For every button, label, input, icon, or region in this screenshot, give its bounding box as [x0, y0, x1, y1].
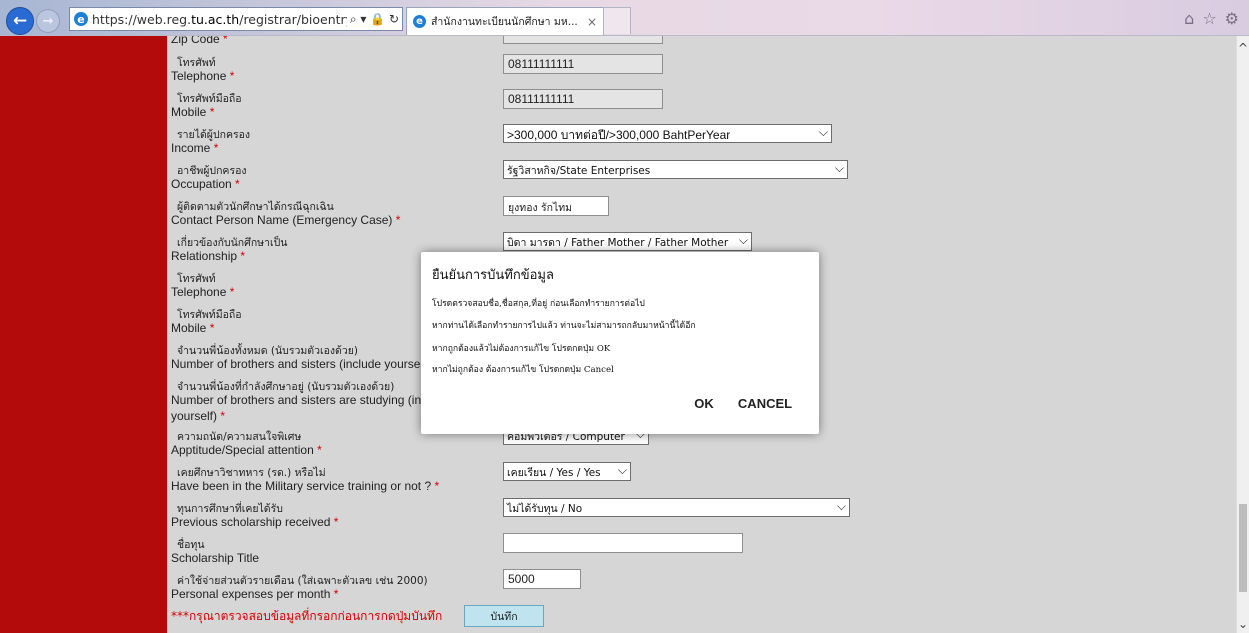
- scroll-up-icon[interactable]: ^: [1238, 41, 1248, 55]
- chevron-down-icon: ⌵: [738, 233, 748, 247]
- form-row-mobile: โทรศัพท์มือถือ Mobile *: [167, 90, 1237, 126]
- ie-tab-icon: e: [413, 15, 426, 28]
- chevron-down-icon: ⌵: [617, 463, 627, 477]
- left-red-sidebar: [0, 36, 167, 633]
- mobile2-label: Mobile: [171, 321, 207, 335]
- telephone2-label: Telephone: [171, 285, 227, 299]
- mobile-label: Mobile: [171, 105, 207, 119]
- address-url[interactable]: https://web.reg.tu.ac.th/registrar/bioen…: [92, 12, 347, 27]
- relationship-label: Relationship: [171, 249, 238, 263]
- siblings-studying-label: Number of brothers and sisters are study…: [171, 393, 422, 407]
- scholarship-title-label: Scholarship Title: [171, 551, 260, 565]
- star-icon[interactable]: ☆: [1202, 9, 1216, 28]
- siblings-label: Number of brothers and sisters (include …: [171, 357, 421, 371]
- arrow-right-icon: →: [42, 13, 54, 29]
- scholarship-select[interactable]: ไม่ได้รับทุน / No ⌵: [503, 498, 850, 517]
- dialog-message-line: หากไม่ถูกต้อง ต้องการแก้ไข โปรดกดปุ่ม Ca…: [432, 365, 614, 375]
- address-controls-icon[interactable]: ⌕ ▾ 🔒 ↻: [347, 12, 402, 27]
- mobile-input[interactable]: 08111111111: [503, 89, 663, 109]
- relationship-select[interactable]: บิดา มารดา / Father Mother / Father Moth…: [503, 232, 752, 251]
- tab-close-icon[interactable]: ×: [581, 15, 603, 29]
- home-icon[interactable]: ⌂: [1184, 9, 1194, 28]
- dialog-message-line: หากถูกต้องแล้วไม่ต้องการแก้ไข โปรดกดปุ่ม…: [432, 344, 611, 354]
- ie-page-icon: e: [74, 12, 88, 26]
- income-select[interactable]: >300,000 บาทต่อปี/>300,000 BahtPerYear ⌵: [503, 124, 832, 143]
- confirm-dialog: ยืนยันการบันทึกข้อมูล โปรดตรวจสอบชื่อ,ชื…: [421, 252, 819, 434]
- dialog-message-line: หากท่านได้เลือกทำรายการไปแล้ว ท่านจะไม่ส…: [432, 321, 696, 331]
- back-button[interactable]: ←: [6, 7, 34, 35]
- page-scrollbar[interactable]: ^ ⌄: [1236, 36, 1249, 633]
- zip-label: Zip Code: [171, 36, 220, 46]
- arrow-left-icon: ←: [12, 11, 28, 31]
- form-row-personal-expenses: ค่าใช้จ่ายส่วนตัวรายเดือน (ใส่เฉพาะตัวเล…: [167, 572, 1237, 608]
- telephone-input[interactable]: 08111111111: [503, 54, 663, 74]
- save-button[interactable]: บันทึก: [464, 605, 544, 627]
- form-footnote: ***กรุณาตรวจสอบข้อมูลที่กรอกก่อนการกดปุ่…: [171, 609, 443, 623]
- form-row-zip: Zip Code *: [167, 36, 1237, 54]
- address-bar[interactable]: e https://web.reg.tu.ac.th/registrar/bio…: [69, 7, 403, 31]
- scholarship-title-input[interactable]: [503, 533, 743, 553]
- ok-button[interactable]: OK: [688, 392, 720, 414]
- occupation-label: Occupation: [171, 177, 232, 191]
- military-label: Have been in the Military service traini…: [171, 479, 432, 493]
- form-row-contact-person: ผู้ติดตามตัวนักศึกษาได้กรณีฉุกเฉิน Conta…: [167, 198, 1237, 234]
- scholarship-label: Previous scholarship received: [171, 515, 331, 529]
- cancel-button[interactable]: CANCEL: [733, 392, 797, 414]
- chevron-down-icon: ⌵: [834, 161, 844, 175]
- form-row-military: เคยศึกษาวิชาทหาร (รด.) หรือไม่ Have been…: [167, 464, 1237, 500]
- telephone-label: Telephone: [171, 69, 227, 83]
- income-label: Income: [171, 141, 211, 155]
- military-select[interactable]: เคยเรียน / Yes / Yes ⌵: [503, 462, 631, 481]
- occupation-select[interactable]: รัฐวิสาหกิจ/State Enterprises ⌵: [503, 160, 848, 179]
- expenses-label: Personal expenses per month: [171, 587, 331, 601]
- new-tab-button[interactable]: [603, 7, 631, 34]
- scroll-down-icon[interactable]: ⌄: [1238, 617, 1248, 631]
- chevron-down-icon: ⌵: [818, 125, 828, 139]
- browser-toolbar: ← → e https://web.reg.tu.ac.th/registrar…: [0, 0, 1249, 36]
- aptitude-label: Apptitude/Special attention: [171, 443, 314, 457]
- gear-icon[interactable]: ⚙: [1225, 9, 1239, 28]
- chevron-down-icon: ⌵: [836, 499, 846, 513]
- tab-registrar[interactable]: e สำนักงานทะเบียนนักศึกษา มห... ×: [406, 7, 604, 35]
- scroll-thumb[interactable]: [1239, 504, 1247, 592]
- tab-title: สำนักงานทะเบียนนักศึกษา มห...: [431, 16, 578, 28]
- dialog-title: ยืนยันการบันทึกข้อมูล: [432, 268, 554, 283]
- contact-person-label: Contact Person Name (Emergency Case): [171, 213, 393, 227]
- form-row-telephone: โทรศัพท์ Telephone *: [167, 54, 1237, 90]
- zip-input[interactable]: [503, 36, 663, 44]
- forward-button[interactable]: →: [36, 9, 60, 33]
- expenses-input[interactable]: 5000: [503, 569, 581, 589]
- contact-person-input[interactable]: ยุงทอง รักไทม: [503, 196, 609, 216]
- dialog-message-line: โปรดตรวจสอบชื่อ,ชื่อสกุล,ที่อยู่ ก่อนเลื…: [432, 299, 645, 309]
